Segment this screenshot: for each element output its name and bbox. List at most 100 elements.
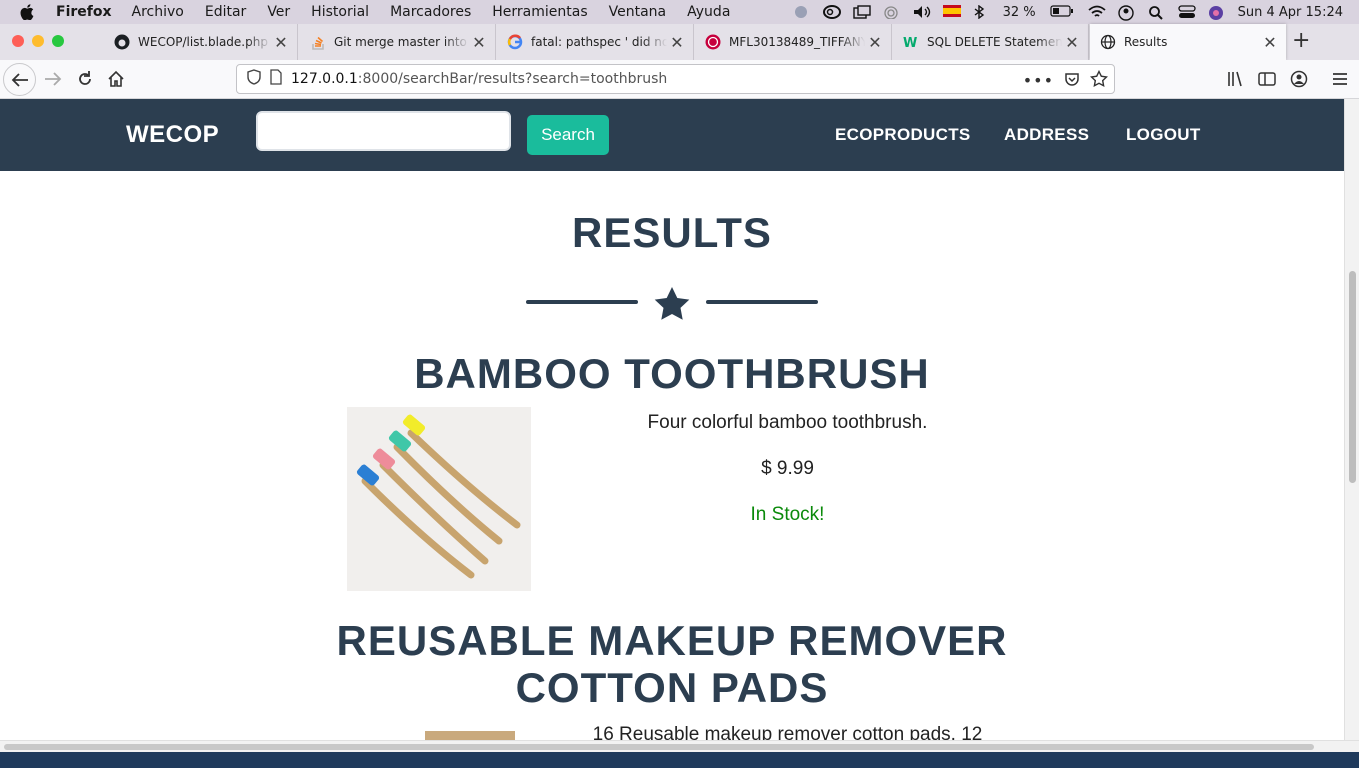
url-host: 127.0.0.1 <box>291 71 358 87</box>
page-viewport: WECOP Search ECOPRODUCTS ADDRESS LOGOUT … <box>0 99 1344 740</box>
github-icon <box>114 34 130 50</box>
bookmark-star-icon[interactable] <box>1089 69 1109 92</box>
battery-icon[interactable] <box>1050 5 1074 19</box>
stackoverflow-icon <box>310 34 326 50</box>
tab-fatal-pathspec[interactable]: fatal: pathspec ' did not m ✕ <box>497 24 694 60</box>
google-icon <box>507 34 523 50</box>
browser-toolbar: 127.0.0.1:8000/searchBar/results?search=… <box>0 60 1359 99</box>
search-input[interactable] <box>256 111 511 151</box>
bluetooth-icon[interactable] <box>973 4 989 20</box>
close-tab-icon[interactable]: ✕ <box>271 33 291 52</box>
close-tab-icon[interactable]: ✕ <box>469 33 489 52</box>
star-icon <box>654 287 690 320</box>
tab-title: MFL30138489_TIFFANY_/ <box>729 35 865 49</box>
address-bar[interactable]: 127.0.0.1:8000/searchBar/results?search=… <box>236 64 1115 94</box>
lg-icon <box>705 34 721 50</box>
product-name-line-2: COTTON PADS <box>515 664 829 711</box>
menu-historial[interactable]: Historial <box>311 4 369 20</box>
nav-link-address[interactable]: ADDRESS <box>1004 125 1089 145</box>
url-path: :8000/searchBar/results?search=toothbrus… <box>357 71 668 87</box>
menu-archivo[interactable]: Archivo <box>132 4 184 20</box>
page-actions-icon[interactable]: ••• <box>1023 71 1054 90</box>
menu-ayuda[interactable]: Ayuda <box>687 4 730 20</box>
vertical-scrollbar[interactable] <box>1344 99 1359 740</box>
product-description: 16 Reusable makeup remover cotton pads. … <box>592 724 983 740</box>
sidebar-icon[interactable] <box>1252 64 1282 94</box>
volume-icon[interactable] <box>913 5 930 19</box>
siri-icon[interactable] <box>1208 5 1224 20</box>
status-area: 32 % Sun 4 Apr 15:24 <box>793 0 1343 24</box>
tab-sql-delete[interactable]: W SQL DELETE Statement ✕ <box>893 24 1089 60</box>
tab-title: fatal: pathspec ' did not m <box>531 35 667 49</box>
product-description: Four colorful bamboo toothbrush. <box>647 412 928 433</box>
w3schools-icon: W <box>903 34 919 51</box>
product-name: BAMBOO TOOTHBRUSH <box>414 350 930 397</box>
reload-icon[interactable] <box>70 64 100 94</box>
minimize-window-button[interactable] <box>32 35 44 47</box>
back-arrow-icon[interactable] <box>3 63 36 96</box>
menu-editar[interactable]: Editar <box>205 4 246 20</box>
menu-ver[interactable]: Ver <box>267 4 290 20</box>
windows-icon[interactable] <box>852 5 871 19</box>
os-menubar: Firefox Archivo Editar Ver Historial Mar… <box>0 0 1359 24</box>
spain-flag-icon[interactable] <box>942 5 961 19</box>
tab-strip: WECOP/list.blade.php at m ✕ Git merge ma… <box>0 24 1359 60</box>
menu-app-name[interactable]: Firefox <box>56 4 112 20</box>
zoom-window-button[interactable] <box>52 35 64 47</box>
globe-icon <box>1100 34 1116 50</box>
desktop-background <box>0 752 1359 768</box>
product-image <box>425 731 515 740</box>
home-icon[interactable] <box>101 64 131 94</box>
close-tab-icon[interactable]: ✕ <box>1260 33 1280 52</box>
close-tab-icon[interactable]: ✕ <box>1062 33 1082 52</box>
wifi-icon[interactable] <box>1088 5 1106 19</box>
tab-title: WECOP/list.blade.php at m <box>138 35 271 49</box>
horizontal-scrollbar-thumb[interactable] <box>4 744 1314 750</box>
menu-ventana[interactable]: Ventana <box>609 4 667 20</box>
library-icon[interactable] <box>1221 64 1251 94</box>
forward-arrow-icon[interactable] <box>38 64 68 94</box>
bamboo-toothbrushes-image <box>347 407 531 591</box>
divider-line-left <box>526 300 638 304</box>
new-tab-icon[interactable]: + <box>1292 28 1310 53</box>
nav-link-logout[interactable]: LOGOUT <box>1126 125 1201 145</box>
site-brand[interactable]: WECOP <box>126 121 219 149</box>
tab-wecop-github[interactable]: WECOP/list.blade.php at m ✕ <box>104 24 298 60</box>
close-tab-icon[interactable]: ✕ <box>865 33 885 52</box>
tab-lg-manual[interactable]: MFL30138489_TIFFANY_/ ✕ <box>695 24 892 60</box>
pocket-icon[interactable] <box>1064 71 1080 91</box>
product-image <box>347 407 531 591</box>
control-center-icon[interactable] <box>1177 5 1196 19</box>
svg-text:W: W <box>903 36 917 50</box>
tab-git-merge[interactable]: Git merge master into feat ✕ <box>300 24 496 60</box>
product-name-line-1: REUSABLE MAKEUP REMOVER <box>336 617 1008 664</box>
clock[interactable]: Sun 4 Apr 15:24 <box>1238 5 1343 20</box>
product-price: $ 9.99 <box>761 458 814 479</box>
tab-title: Git merge master into feat <box>334 35 469 49</box>
nav-link-ecoproducts[interactable]: ECOPRODUCTS <box>835 125 971 145</box>
tab-results[interactable]: Results ✕ <box>1090 24 1286 60</box>
horizontal-scrollbar[interactable] <box>0 740 1359 752</box>
airdrop-icon[interactable] <box>883 5 899 20</box>
divider-line-right <box>706 300 818 304</box>
page-info-icon[interactable] <box>269 69 283 89</box>
account-icon[interactable] <box>1284 64 1314 94</box>
tab-title: SQL DELETE Statement <box>927 35 1062 49</box>
user-icon[interactable] <box>1117 5 1134 21</box>
menu-herramientas[interactable]: Herramientas <box>492 4 587 20</box>
menu-marcadores[interactable]: Marcadores <box>390 4 471 20</box>
search-button[interactable]: Search <box>527 115 609 155</box>
close-tab-icon[interactable]: ✕ <box>667 33 687 52</box>
tab-title: Results <box>1124 35 1168 49</box>
vertical-scrollbar-thumb[interactable] <box>1349 271 1356 483</box>
hamburger-menu-icon[interactable] <box>1325 64 1355 94</box>
battery-percent: 32 % <box>1002 4 1036 20</box>
apple-icon[interactable] <box>20 4 34 20</box>
creative-cloud-icon[interactable] <box>822 5 841 19</box>
stock-status: In Stock! <box>750 504 825 525</box>
close-window-button[interactable] <box>12 35 24 47</box>
record-dot-icon[interactable] <box>793 5 809 19</box>
product-name: REUSABLE MAKEUP REMOVER COTTON PADS <box>0 617 1344 711</box>
spotlight-search-icon[interactable] <box>1148 5 1164 20</box>
shield-icon[interactable] <box>247 69 261 89</box>
